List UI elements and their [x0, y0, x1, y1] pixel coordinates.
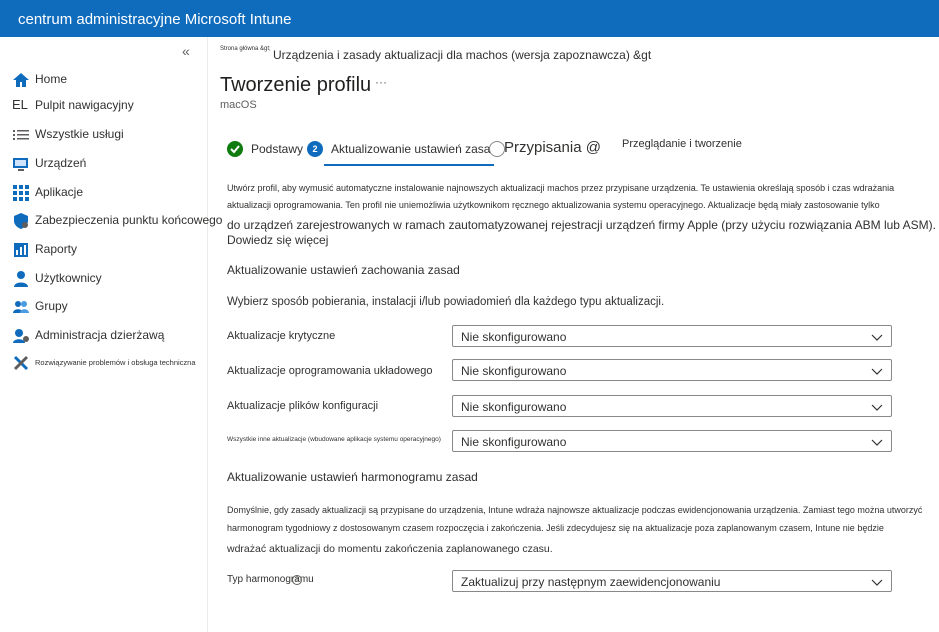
chevron-down-icon [871, 401, 883, 413]
schedule-line: wdrażać aktualizacji do momentu zakończe… [227, 543, 553, 555]
schedule-line: Domyślnie, gdy zasady aktualizacji są pr… [227, 505, 923, 515]
step-circle-icon [489, 141, 505, 157]
step-review-create[interactable]: Przeglądanie i tworzenie [622, 138, 762, 163]
page-title: Tworzenie profilu [220, 74, 372, 96]
sidebar-item-label: Zabezpieczenia punktu końcowego [35, 213, 223, 227]
sidebar-item-label: Home [35, 72, 68, 86]
more-options-button[interactable]: ··· [375, 75, 387, 89]
sidebar-item-label: Urządzeń [35, 156, 87, 170]
chevron-down-icon [871, 331, 883, 343]
sidebar-item-reports[interactable]: Raporty [0, 238, 210, 262]
sidebar-item-users[interactable]: Użytkownicy [0, 267, 210, 291]
intro-line: do urządzeń zarejestrowanych w ramach za… [227, 218, 936, 232]
step-assignments[interactable]: Przypisania @ [489, 139, 619, 163]
sidebar-item-home[interactable]: Home [0, 68, 210, 92]
shield-icon [12, 212, 30, 230]
step-basics[interactable]: Podstawy [227, 141, 307, 163]
sidebar-item-apps[interactable]: Aplikacje [0, 181, 210, 205]
sidebar-item-groups[interactable]: Grupy [0, 295, 210, 319]
top-bar: centrum administracyjne Microsoft Intune [0, 0, 939, 37]
firmware-updates-label: Aktualizacje oprogramowania układowego [227, 365, 433, 377]
sidebar-item-label: Aplikacje [35, 185, 84, 199]
apps-grid-icon [12, 184, 30, 202]
step-label: Podstawy [251, 142, 304, 156]
tenant-admin-icon [12, 327, 30, 345]
step-number: 2 [307, 141, 323, 157]
step-update-settings[interactable]: 2 Aktualizowanie ustawień zasad [307, 141, 497, 163]
sidebar-item-label: Wszystkie usługi [35, 127, 124, 141]
step-label: Przeglądanie i tworzenie [622, 138, 742, 150]
sidebar-item-endpoint-security[interactable]: Zabezpieczenia punktu końcowego [0, 209, 222, 233]
active-step-indicator [324, 164, 494, 166]
dashboard-icon: EL [12, 97, 28, 112]
dropdown-value: Nie skonfigurowano [461, 400, 567, 414]
list-icon [12, 126, 30, 144]
config-file-updates-dropdown[interactable]: Nie skonfigurowano [452, 395, 892, 417]
checkmark-icon [227, 141, 243, 157]
section-heading-schedule: Aktualizowanie ustawień harmonogramu zas… [227, 470, 478, 484]
intro-line: Utwórz profil, aby wymusić automatyczne … [227, 183, 895, 193]
breadcrumb-home[interactable]: Strona główna &gt; [220, 46, 271, 52]
sidebar-item-devices[interactable]: Urządzeń [0, 152, 210, 176]
troubleshoot-icon [12, 354, 30, 372]
config-file-updates-label: Aktualizacje plików konfiguracji [227, 400, 379, 412]
step-label: Aktualizowanie ustawień zasad [331, 142, 498, 156]
devices-icon [12, 155, 30, 173]
breadcrumb[interactable]: Urządzenia i zasady aktualizacji dla mac… [273, 48, 651, 62]
sidebar-item-dashboard[interactable]: EL Pulpit nawigacyjny [0, 94, 210, 118]
sidebar-item-label: Rozwiązywanie problemów i obsługa techni… [35, 358, 196, 367]
schedule-type-dropdown[interactable]: Zaktualizuj przy następnym zaewidencjono… [452, 570, 892, 592]
sidebar-item-tenant-admin[interactable]: Administracja dzierżawą [0, 324, 210, 348]
step-label: Przypisania @ [504, 139, 601, 156]
user-icon [12, 270, 30, 288]
other-updates-dropdown[interactable]: Nie skonfigurowano [452, 430, 892, 452]
dropdown-value: Zaktualizuj przy następnym zaewidencjono… [461, 575, 721, 589]
other-updates-label: Wszystkie inne aktualizacje (wbudowane a… [227, 436, 441, 443]
sidebar-item-label: Użytkownicy [35, 271, 102, 285]
section-heading-behavior: Aktualizowanie ustawień zachowania zasad [227, 263, 460, 277]
chevron-down-icon [871, 436, 883, 448]
sidebar-item-label: Administracja dzierżawą [35, 328, 165, 342]
app-title[interactable]: centrum administracyjne Microsoft Intune [18, 11, 291, 28]
schedule-line: harmonogram tygodniowy z dostosowanym cz… [227, 523, 884, 533]
reports-icon [12, 241, 30, 259]
page-subtitle: macOS [220, 99, 257, 111]
behavior-description: Wybierz sposób pobierania, instalacji i/… [227, 296, 665, 308]
sidebar: « Home EL Pulpit nawigacyjny Wszystkie u… [0, 37, 222, 632]
groups-icon [12, 298, 30, 316]
sidebar-item-all-services[interactable]: Wszystkie usługi [0, 123, 210, 147]
critical-updates-dropdown[interactable]: Nie skonfigurowano [452, 325, 892, 347]
collapse-sidebar-button[interactable]: « [182, 43, 190, 59]
firmware-updates-dropdown[interactable]: Nie skonfigurowano [452, 359, 892, 381]
info-icon[interactable]: i [292, 575, 302, 585]
dropdown-value: Nie skonfigurowano [461, 364, 567, 378]
learn-more-link[interactable]: Dowiedz się więcej [227, 233, 328, 247]
sidebar-item-label: Raporty [35, 242, 78, 256]
sidebar-item-troubleshooting[interactable]: Rozwiązywanie problemów i obsługa techni… [0, 351, 210, 375]
intro-line: aktualizacji oprogramowania. Ten profil … [227, 200, 880, 210]
home-icon [12, 71, 30, 89]
dropdown-value: Nie skonfigurowano [461, 330, 567, 344]
sidebar-item-label: Grupy [35, 299, 68, 313]
sidebar-item-label: Pulpit nawigacyjny [35, 98, 134, 112]
chevron-down-icon [871, 576, 883, 588]
dropdown-value: Nie skonfigurowano [461, 435, 567, 449]
critical-updates-label: Aktualizacje krytyczne [227, 330, 336, 342]
chevron-down-icon [871, 365, 883, 377]
main-content: Strona główna &gt; Urządzenia i zasady a… [209, 37, 939, 632]
